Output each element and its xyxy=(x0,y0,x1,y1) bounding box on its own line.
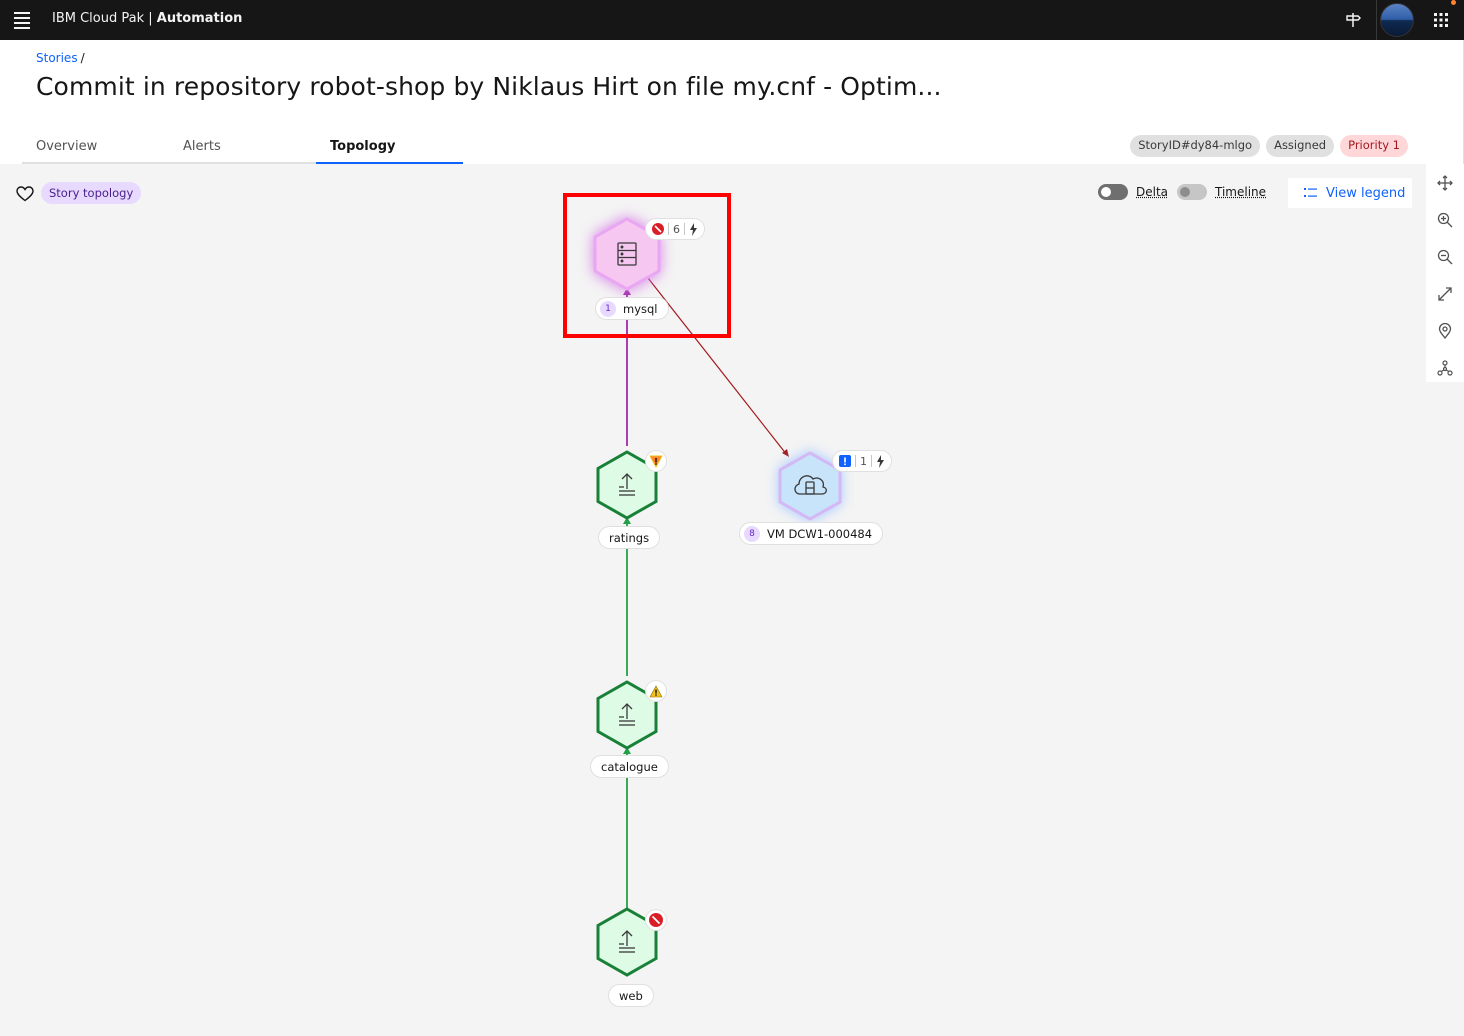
information-icon xyxy=(839,455,851,467)
avatar[interactable] xyxy=(1380,3,1414,37)
topology-graph xyxy=(593,216,842,977)
mysql-alert-badge[interactable]: 6 xyxy=(645,218,705,240)
brand-divider: | xyxy=(144,11,157,26)
lightning-icon xyxy=(877,454,884,468)
move-icon[interactable] xyxy=(1434,172,1456,194)
menu-icon[interactable] xyxy=(12,10,32,30)
page-header: Stories / Commit in repository robot-shop… xyxy=(0,40,1464,164)
brand-product: Automation xyxy=(156,11,243,26)
top-navigation-bar: IBM Cloud Pak | Automation xyxy=(0,0,1464,40)
web-severity-badge[interactable] xyxy=(646,910,666,930)
network-layout-icon[interactable] xyxy=(1434,357,1456,379)
location-icon[interactable] xyxy=(1434,320,1456,342)
fit-to-screen-icon[interactable] xyxy=(1434,283,1456,305)
breadcrumb-separator: / xyxy=(80,51,85,65)
edge-mysql-vm xyxy=(647,277,788,456)
vm-alert-badge[interactable]: 1 xyxy=(832,450,892,472)
ratings-severity-badge[interactable] xyxy=(646,451,666,471)
web-name: web xyxy=(619,988,643,1003)
ratings-name: ratings xyxy=(609,530,650,545)
mysql-count: 1 xyxy=(600,300,616,317)
breadcrumb-stories-link[interactable]: Stories xyxy=(36,51,78,65)
mysql-label[interactable]: 1 mysql xyxy=(595,297,669,320)
mysql-name: mysql xyxy=(623,301,658,316)
topbar-divider xyxy=(1376,0,1377,40)
brand-prefix: IBM Cloud Pak xyxy=(52,11,145,26)
tab-topology[interactable]: Topology xyxy=(316,136,463,164)
tab-list: Overview Alerts Topology xyxy=(22,136,463,164)
minor-severity-icon xyxy=(649,455,663,468)
critical-icon xyxy=(652,223,664,235)
vm-label[interactable]: 8 VM DCW1-000484 xyxy=(739,522,884,545)
lightning-icon xyxy=(690,222,697,236)
catalogue-severity-badge[interactable] xyxy=(646,681,666,701)
warning-icon xyxy=(649,684,663,697)
critical-icon xyxy=(649,913,663,927)
notification-dot xyxy=(1451,0,1456,5)
topology-canvas[interactable]: Story topology Delta Timeline View legen… xyxy=(0,164,1426,1036)
zoom-in-icon[interactable] xyxy=(1434,209,1456,231)
catalogue-label[interactable]: catalogue xyxy=(590,755,669,778)
story-id-tag: StoryID#dy84-mlgo xyxy=(1130,135,1261,157)
vm-name: VM DCW1-000484 xyxy=(767,526,873,541)
vm-alert-count: 1 xyxy=(860,454,867,468)
app-brand[interactable]: IBM Cloud Pak | Automation xyxy=(52,11,242,26)
breadcrumb: Stories / xyxy=(36,51,85,65)
ratings-label[interactable]: ratings xyxy=(598,526,661,549)
tab-alerts[interactable]: Alerts xyxy=(169,136,316,164)
status-badge: Assigned xyxy=(1266,135,1335,157)
tab-overview[interactable]: Overview xyxy=(22,136,169,164)
mysql-alert-count: 6 xyxy=(673,222,680,236)
web-label[interactable]: web xyxy=(608,984,654,1007)
zoom-out-icon[interactable] xyxy=(1434,246,1456,268)
app-switcher-icon[interactable] xyxy=(1427,6,1455,34)
signpost-icon[interactable] xyxy=(1339,6,1367,34)
catalogue-name: catalogue xyxy=(601,759,658,774)
canvas-toolbar xyxy=(1426,164,1464,382)
vm-count: 8 xyxy=(744,525,760,542)
story-tags: StoryID#dy84-mlgo Assigned Priority 1 xyxy=(1130,135,1408,157)
priority-badge: Priority 1 xyxy=(1340,135,1408,157)
page-title: Commit in repository robot-shop by Nikla… xyxy=(36,72,942,101)
